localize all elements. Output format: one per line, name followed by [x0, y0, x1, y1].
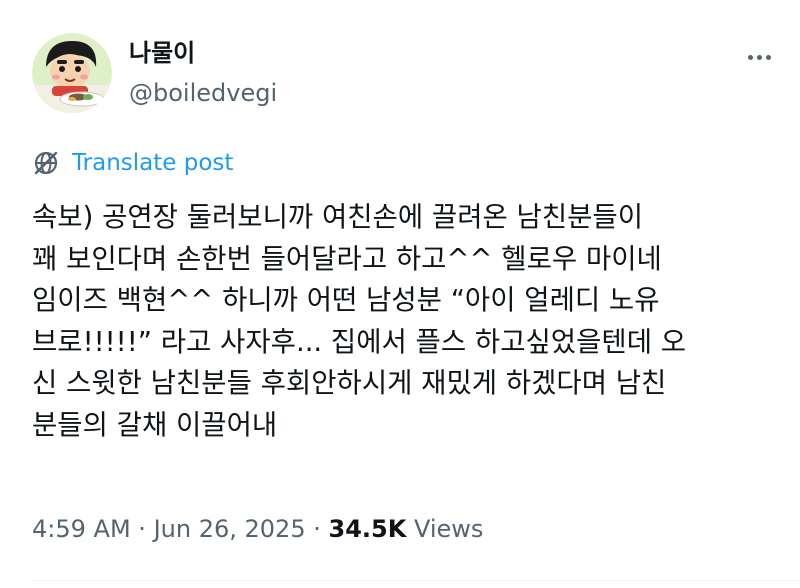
user-handle[interactable]: @boiledvegi	[129, 78, 277, 108]
more-horizontal-icon	[765, 54, 771, 60]
cartoon-character-avatar-icon	[32, 33, 112, 113]
meta-separator: ·	[138, 515, 146, 543]
more-horizontal-icon	[747, 54, 753, 60]
post-text-line: 임이즈 백현^^ 하니까 어떤 남성분 “아이 얼레디 노유	[32, 284, 660, 317]
tweet-card: 나물이 @boiledvegi Translate post 속보) 공연장 둘…	[0, 0, 800, 588]
translate-post-label: Translate post	[72, 150, 234, 176]
more-horizontal-icon	[756, 54, 762, 60]
avatar[interactable]	[32, 33, 112, 113]
post-text-line: 분들의 갈채 이끌어내	[32, 408, 278, 441]
post-time[interactable]: 4:59 AM	[32, 515, 131, 543]
post-text: 속보) 공연장 둘러보니까 여친손에 끌려온 남친분들이 꽤 보인다며 손한번 …	[32, 197, 772, 447]
post-metadata: 4:59 AM · Jun 26, 2025 · 34.5K Views	[32, 514, 483, 544]
views-count[interactable]: 34.5K	[329, 515, 407, 543]
meta-separator: ·	[313, 515, 321, 543]
views-label: Views	[413, 515, 484, 543]
display-name[interactable]: 나물이	[129, 38, 195, 68]
post-text-line: 브로!!!!!” 라고 사자후... 집에서 플스 하고싶었을텐데 오	[32, 325, 687, 358]
post-date[interactable]: Jun 26, 2025	[154, 515, 306, 543]
post-text-line: 꽤 보인다며 손한번 들어달라고 하고^^ 헬로우 마이네	[32, 242, 662, 275]
post-text-line: 속보) 공연장 둘러보니까 여친손에 끌려온 남친분들이	[32, 201, 644, 233]
post-text-line: 신 스윗한 남친분들 후회안하시게 재밌게 하겠다며 남친	[32, 367, 667, 400]
divider	[32, 580, 800, 581]
translate-globe-icon	[34, 151, 58, 175]
translate-post-button[interactable]: Translate post	[32, 148, 233, 178]
more-options-button[interactable]	[735, 42, 783, 72]
